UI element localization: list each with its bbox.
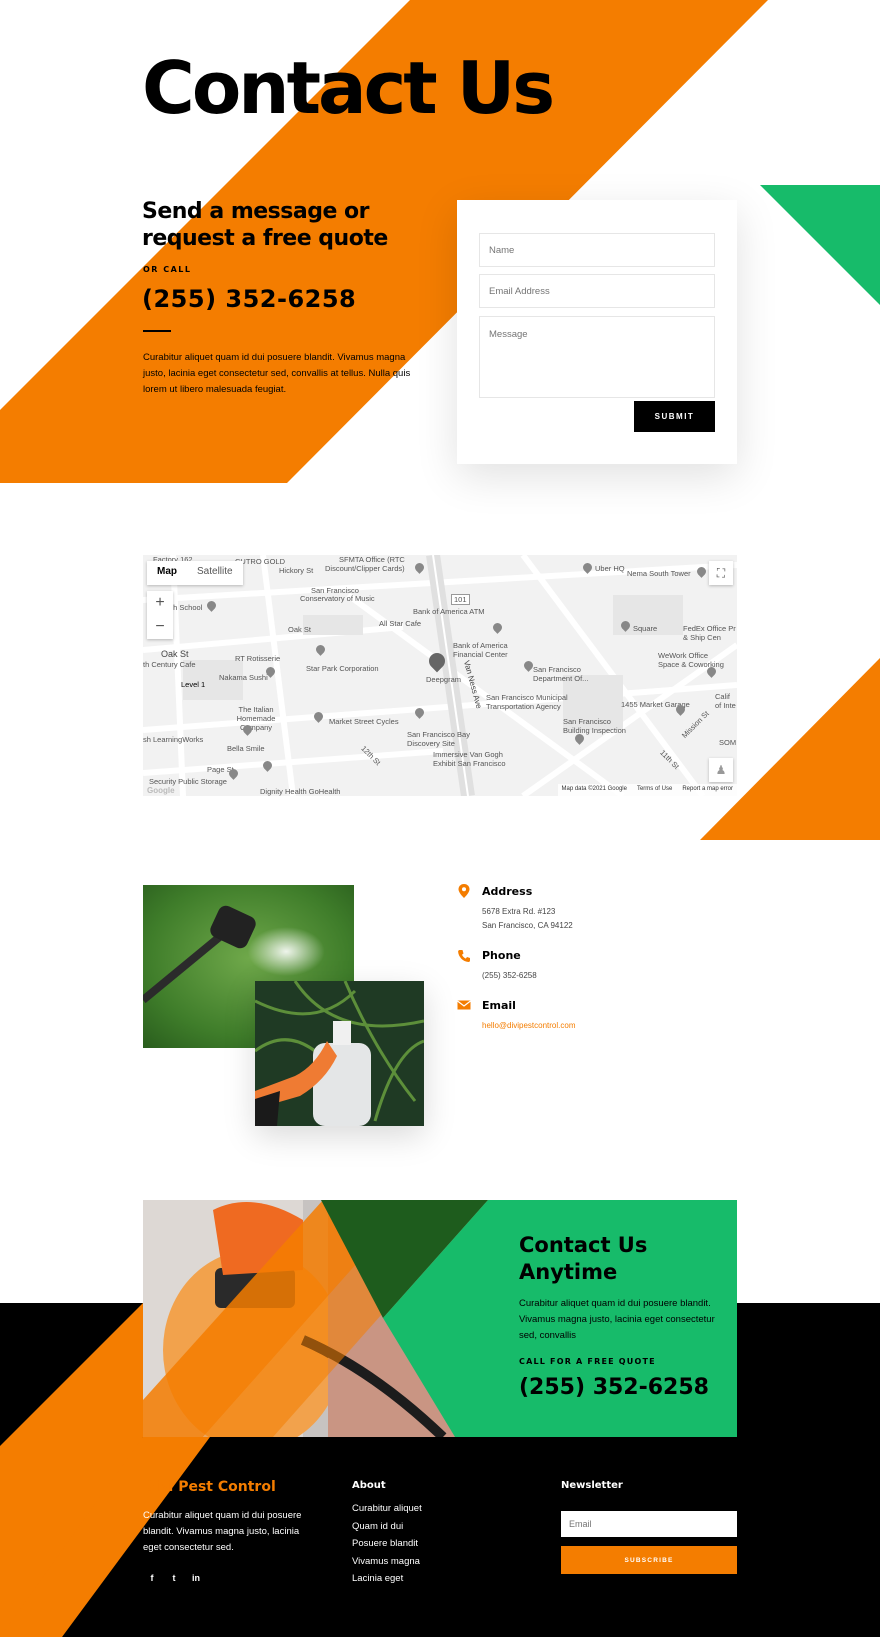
or-call-label: OR CALL xyxy=(143,265,192,274)
about-link[interactable]: Posuere blandit xyxy=(352,1538,418,1549)
about-link[interactable]: Lacinia eget xyxy=(352,1573,403,1584)
map-label: The Italian Homemade Company xyxy=(236,705,276,732)
cta-call-label: CALL FOR A FREE QUOTE xyxy=(519,1357,656,1366)
name-field[interactable] xyxy=(479,233,715,267)
footer-description: Curabitur aliquet quam id dui posuere bl… xyxy=(143,1510,302,1553)
submit-button[interactable]: SUBMIT xyxy=(634,401,715,432)
satellite-tab[interactable]: Satellite xyxy=(187,561,243,585)
zoom-in-button[interactable]: + xyxy=(147,591,173,615)
map-label: All Star Cafe xyxy=(379,619,422,628)
map-attribution: Map data ©2021 Google Terms of Use Repor… xyxy=(557,784,737,796)
message-field[interactable] xyxy=(479,316,715,398)
map-label: Oak St xyxy=(288,625,311,634)
newsletter-email-field[interactable] xyxy=(561,1511,737,1537)
subscribe-button[interactable]: SUBSCRIBE xyxy=(561,1546,737,1574)
map-label: Nema South Tower xyxy=(627,569,691,578)
cta-phone-number[interactable]: (255) 352-6258 xyxy=(519,1375,709,1400)
hero-phone-number[interactable]: (255) 352-6258 xyxy=(142,285,356,313)
map-label: Immersive Van Gogh Exhibit San Francisco xyxy=(433,750,506,768)
address-title: Address xyxy=(482,885,533,898)
phone-icon xyxy=(458,950,470,962)
map-label: Bank of America ATM xyxy=(413,607,485,616)
page-title: Contact Us xyxy=(142,46,555,130)
map-label: SFMTA Office (RTC xyxy=(339,555,405,564)
map-label: Nakama Sushi xyxy=(219,673,268,682)
map-label: Conservatory of Music xyxy=(300,594,375,603)
map-type-toggle: Map Satellite xyxy=(147,561,243,585)
map-label: SOM xyxy=(719,738,737,747)
hero-heading: Send a message or request a free quote xyxy=(142,199,388,251)
about-link[interactable]: Curabitur aliquet xyxy=(352,1503,422,1514)
map-label: San Francisco Building Inspection xyxy=(563,717,626,735)
spray-bottle-photo xyxy=(255,981,424,1126)
google-map[interactable]: Factory 162 CUTRO GOLD SFMTA Office (RTC… xyxy=(143,555,737,796)
footer-orange-diagonal xyxy=(0,1303,210,1637)
location-pin-icon xyxy=(458,884,470,898)
map-label: Oak St xyxy=(161,649,189,659)
map-label: th Century Cafe xyxy=(143,660,196,669)
hero-divider xyxy=(143,330,171,332)
street-view-pegman-icon[interactable]: ♟ xyxy=(709,758,733,782)
map-tab[interactable]: Map xyxy=(147,561,187,585)
footer-brand: Divi Pest Control xyxy=(143,1479,276,1495)
map-label: Hickory St xyxy=(279,566,314,575)
envelope-icon xyxy=(457,1000,471,1010)
map-label: Star Park Corporation xyxy=(306,664,379,673)
fullscreen-icon[interactable]: ⛶ xyxy=(709,561,733,585)
map-label: Deepgram xyxy=(426,675,462,684)
map-label: Uber HQ xyxy=(595,564,625,573)
map-label: Square xyxy=(633,624,658,633)
email-title: Email xyxy=(482,999,516,1012)
about-link[interactable]: Vivamus magna xyxy=(352,1556,420,1567)
map-label: 101 xyxy=(451,594,470,605)
map-label: Discount/Clipper Cards) xyxy=(325,564,405,573)
contact-form-card: SUBMIT xyxy=(457,200,737,464)
green-corner-triangle xyxy=(760,185,880,305)
map-label: Security Public Storage xyxy=(149,777,227,786)
map-label: Bella Smile xyxy=(227,744,265,753)
map-terms-link[interactable]: Terms of Use xyxy=(637,786,672,794)
google-logo: Google xyxy=(147,786,175,795)
map-label: Bank of America Financial Center xyxy=(453,641,508,659)
about-title: About xyxy=(352,1480,386,1491)
map-label: San Francisco Municipal Transportation A… xyxy=(486,693,568,711)
map-label: gh School xyxy=(169,603,203,612)
cta-title: Contact Us Anytime xyxy=(519,1233,648,1284)
map-label: RT Rotisserie xyxy=(235,654,281,663)
map-label: FedEx Office Pr & Ship Cen xyxy=(683,624,736,642)
phone-number[interactable]: (255) 352-6258 xyxy=(482,971,537,980)
map-label: Dignity Health GoHealth xyxy=(260,787,341,796)
map-label: San Francisco Department Of... xyxy=(533,665,589,683)
linkedin-icon[interactable]: in xyxy=(188,1570,204,1586)
map-label: Calif of Inte xyxy=(715,692,736,710)
hero-description: Curabitur aliquet quam id dui posuere bl… xyxy=(143,352,411,395)
email-link[interactable]: hello@divipestcontrol.com xyxy=(482,1021,576,1030)
map-label: San Francisco Bay Discovery Site xyxy=(407,730,470,748)
map-report-link[interactable]: Report a map error xyxy=(682,786,733,794)
twitter-icon[interactable]: t xyxy=(166,1570,182,1586)
address-line-1: 5678 Extra Rd. #123 xyxy=(482,907,556,916)
facebook-icon[interactable]: f xyxy=(144,1570,160,1586)
email-field[interactable] xyxy=(479,274,715,308)
zoom-out-button[interactable]: − xyxy=(147,615,173,639)
about-link[interactable]: Quam id dui xyxy=(352,1521,403,1532)
map-data-credit: Map data ©2021 Google xyxy=(561,786,627,792)
zoom-controls: + − xyxy=(147,591,173,639)
map-label: Level 1 xyxy=(181,680,206,689)
map-label: WeWork Office Space & Coworking xyxy=(658,651,724,669)
map-label: Market Street Cycles xyxy=(329,717,399,726)
map-label: sh LearningWorks xyxy=(143,735,204,744)
address-line-2: San Francisco, CA 94122 xyxy=(482,921,573,930)
cta-description: Curabitur aliquet quam id dui posuere bl… xyxy=(519,1298,715,1341)
phone-title: Phone xyxy=(482,949,521,962)
newsletter-title: Newsletter xyxy=(561,1480,623,1491)
